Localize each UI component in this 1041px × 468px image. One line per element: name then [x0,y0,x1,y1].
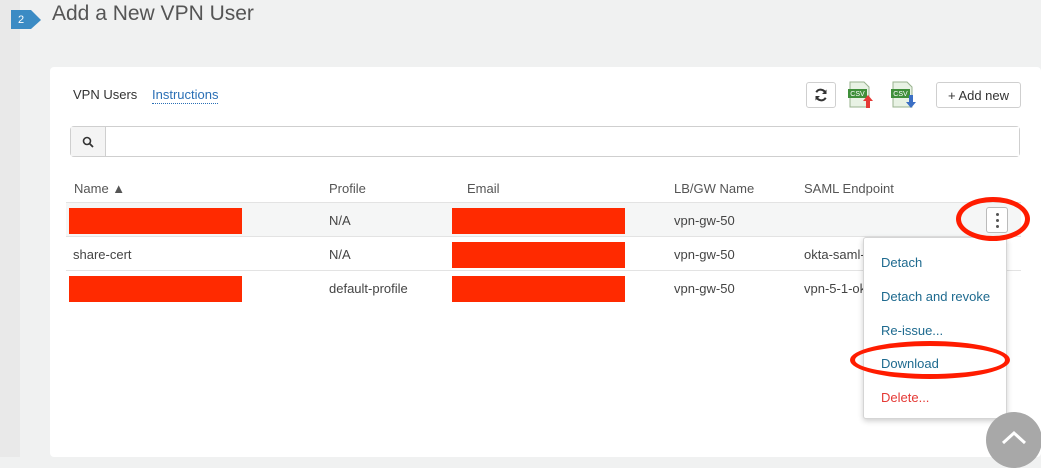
menu-item-delete[interactable]: Delete... [881,390,929,405]
tab-instructions[interactable]: Instructions [152,87,219,104]
profile-cell: default-profile [329,281,408,296]
gw-cell: vpn-gw-50 [674,247,735,262]
step-number: 2 [11,10,31,29]
menu-item-detach-revoke[interactable]: Detach and revoke [881,289,990,304]
menu-item-detach[interactable]: Detach [881,255,922,270]
menu-item-reissue[interactable]: Re-issue... [881,323,943,338]
refresh-icon [815,88,827,102]
column-header-email[interactable]: Email [467,181,500,196]
annotation-circle-actions [956,197,1030,241]
column-header-name[interactable]: Name ▲ [74,181,125,196]
add-new-button[interactable]: + Add new [936,82,1021,108]
step-arrow-icon [31,10,41,29]
profile-cell: N/A [329,213,351,228]
column-header-profile[interactable]: Profile [329,181,366,196]
search-icon [71,127,106,156]
annotation-circle-download [850,341,1010,379]
gw-cell: vpn-gw-50 [674,281,735,296]
csv-upload-icon[interactable]: CSV [847,81,873,109]
svg-text:CSV: CSV [850,91,865,98]
scroll-to-top-button[interactable] [986,412,1041,468]
csv-download-icon[interactable]: CSV [890,81,916,109]
saml-cell: vpn-5-1-ok [804,281,867,296]
vpn-users-panel: VPN Users Instructions CSV CSV + Add new… [50,67,1041,457]
name-cell: share-cert [73,247,132,262]
redacted-email [452,208,625,234]
column-header-gw-name[interactable]: LB/GW Name [674,181,754,196]
step-badge: 2 [11,10,42,29]
redacted-email [452,242,625,268]
redacted-name [69,208,242,234]
left-strip [0,0,20,457]
row-actions-menu: Detach Detach and revoke Re-issue... Dow… [863,237,1007,419]
redacted-email [452,276,625,302]
refresh-button[interactable] [806,82,836,108]
saml-cell: okta-saml- [804,247,865,262]
search-input[interactable] [106,127,1019,156]
redacted-name [69,276,242,302]
gw-cell: vpn-gw-50 [674,213,735,228]
profile-cell: N/A [329,247,351,262]
column-header-saml-endpoint[interactable]: SAML Endpoint [804,181,894,196]
search-bar [70,126,1020,157]
chevron-up-icon [1001,430,1027,445]
tab-vpn-users[interactable]: VPN Users [73,87,137,102]
table-row[interactable]: N/A vpn-gw-50 [66,202,1021,236]
svg-text:CSV: CSV [893,91,908,98]
page-title: Add a New VPN User [52,2,254,25]
